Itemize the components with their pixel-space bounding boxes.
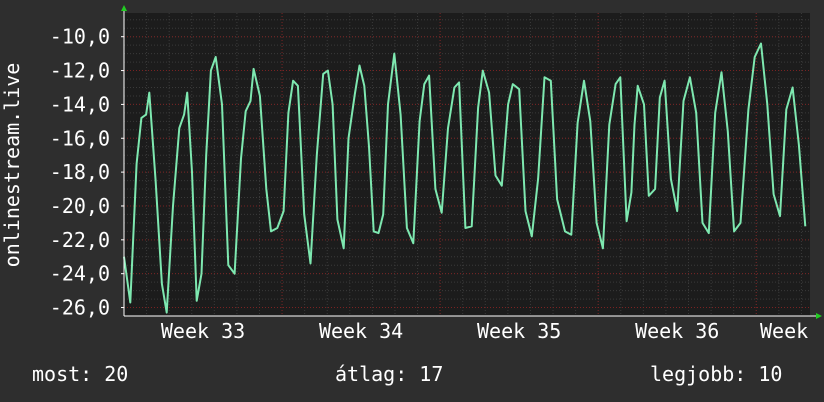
- y-tick-label: -24,0: [50, 262, 110, 286]
- x-tick-label: Week: [760, 319, 808, 343]
- y-tick-label: -10,0: [50, 25, 110, 49]
- y-tick-label: -14,0: [50, 92, 110, 116]
- stat-best-label: legjobb:: [650, 362, 747, 386]
- y-axis-label: onlinestream.live: [0, 63, 24, 268]
- stat-best-value: 10: [758, 362, 783, 386]
- y-axis-arrow: [121, 5, 127, 11]
- stat-average-label: átlag:: [335, 362, 408, 386]
- stat-best: legjobb: 10: [650, 362, 782, 386]
- y-tick-label: -12,0: [50, 59, 110, 83]
- stat-current-value: 20: [104, 362, 129, 386]
- stat-average: átlag: 17: [335, 362, 443, 386]
- plot-background: [124, 13, 810, 316]
- y-tick-label: -16,0: [50, 126, 110, 150]
- x-axis-arrow: [816, 313, 822, 319]
- x-tick-label: Week 34: [319, 319, 403, 343]
- x-tick-label: Week 35: [477, 319, 561, 343]
- line-chart: -10,0 -12,0 -14,0 -16,0 -18,0 -20,0 -22,0 -24,0…: [0, 5, 822, 343]
- x-tick-label: Week 36: [635, 319, 719, 343]
- y-tick-label: -18,0: [50, 160, 110, 184]
- x-tick-labels: Week 33 Week 34 Week 35 Week 36 Week: [161, 319, 808, 343]
- chart-container: -10,0 -12,0 -14,0 -16,0 -18,0 -20,0 -22,0 -24,0…: [0, 0, 824, 402]
- y-tick-label: -20,0: [50, 194, 110, 218]
- x-tick-label: Week 33: [161, 319, 245, 343]
- stat-current-label: most:: [32, 362, 93, 386]
- y-tick-labels: -10,0 -12,0 -14,0 -16,0 -18,0 -20,0 -22,0 -24,0…: [50, 25, 110, 320]
- stat-current: most: 20: [32, 362, 128, 386]
- y-tick-label: -22,0: [50, 228, 110, 252]
- stat-average-value: 17: [419, 362, 444, 386]
- y-tick-label: -26,0: [50, 296, 110, 320]
